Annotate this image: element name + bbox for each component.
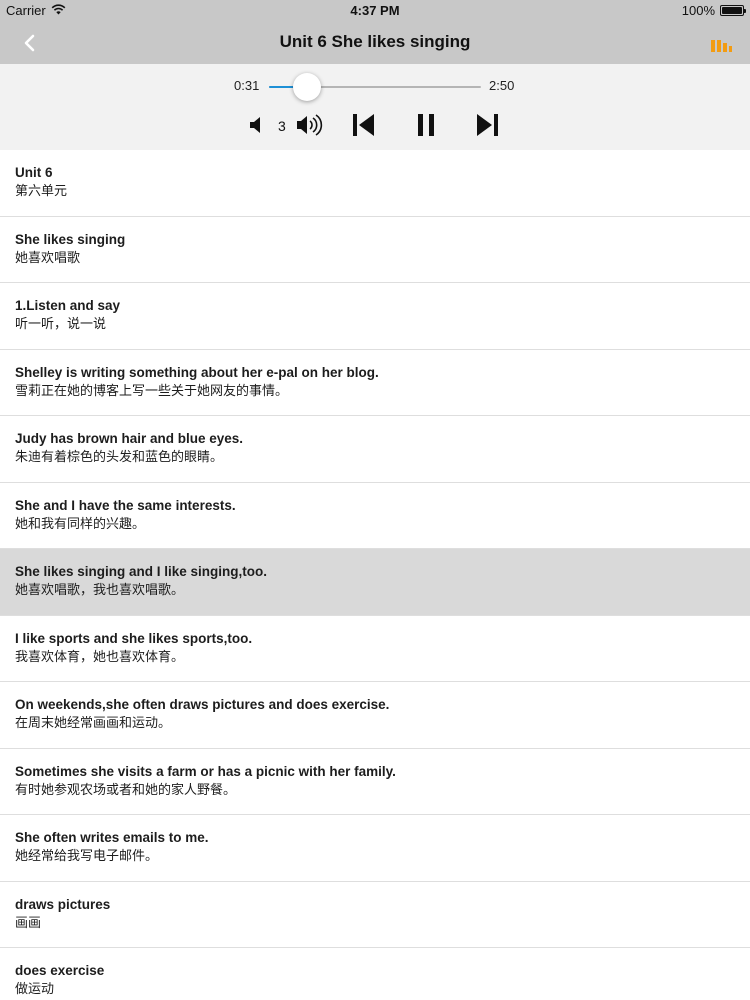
list-item[interactable]: She likes singing and I like singing,too… <box>0 549 750 616</box>
list-item[interactable]: She and I have the same interests. 她和我有同样… <box>0 482 750 549</box>
list-item[interactable]: draws pictures 画画 <box>0 881 750 948</box>
list-mode-button[interactable] <box>708 34 734 56</box>
list-item[interactable]: Unit 6 第六单元 <box>0 150 750 217</box>
sentence-english: draws pictures <box>15 896 111 912</box>
list-item[interactable]: Judy has brown hair and blue eyes. 朱迪有着棕色… <box>0 416 750 483</box>
sentence-chinese: 朱迪有着棕色的头发和蓝色的眼睛。 <box>15 449 224 464</box>
sentence-chinese: 我喜欢体育，她也喜欢体育。 <box>15 648 185 664</box>
battery-percent: 100% <box>681 3 715 18</box>
volume-down-icon <box>250 117 260 133</box>
volume-level: 3 <box>278 118 286 134</box>
status-bar: Carrier 4:37 PM 100% <box>0 0 750 22</box>
playback-controls: 3 <box>0 108 750 142</box>
sentence-chinese: 第六单元 <box>15 183 68 198</box>
sentence-chinese: 有时她参观农场或者和她的家人野餐。 <box>15 781 237 797</box>
total-time: 2:50 <box>489 78 515 93</box>
pause-icon <box>418 114 434 136</box>
skip-next-icon <box>477 114 498 136</box>
sentence-chinese: 她喜欢唱歌 <box>15 249 81 265</box>
previous-button[interactable] <box>350 112 378 138</box>
sentence-chinese: 雪莉正在她的博客上写一些关于她网友的事情。 <box>15 382 289 398</box>
list-item[interactable]: 1.Listen and say 听一听，说一说 <box>0 283 750 350</box>
progress-slider[interactable] <box>269 73 481 101</box>
sentence-english: She likes singing and I like singing,too… <box>15 564 268 579</box>
skip-previous-icon <box>353 114 374 136</box>
sentence-english: She and I have the same interests. <box>15 497 236 513</box>
progress-thumb[interactable] <box>293 73 322 101</box>
list-item[interactable]: Sometimes she visits a farm or has a pic… <box>0 748 750 815</box>
sentence-english: On weekends,she often draws pictures and… <box>15 697 390 712</box>
sentence-list[interactable]: Unit 6 第六单元 She likes singing 她喜欢唱歌 1.List… <box>0 150 750 1000</box>
sentence-english: does exercise <box>15 963 105 978</box>
list-item[interactable]: On weekends,she often draws pictures and… <box>0 682 750 749</box>
list-item[interactable]: She likes singing 她喜欢唱歌 <box>0 216 750 283</box>
volume-up-button[interactable] <box>295 112 325 138</box>
audio-player: 0:31 2:50 3 <box>0 64 750 150</box>
status-time: 4:37 PM <box>350 3 400 18</box>
next-button[interactable] <box>474 112 502 138</box>
sentence-chinese: 做运动 <box>15 981 55 996</box>
page-title: Unit 6 She likes singing <box>279 32 471 51</box>
sentence-english: Sometimes she visits a farm or has a pic… <box>15 763 396 779</box>
sentence-english: I like sports and she likes sports,too. <box>15 630 253 646</box>
sentence-chinese: 她和我有同样的兴趣。 <box>15 515 146 531</box>
sentence-chinese: 她喜欢唱歌，我也喜欢唱歌。 <box>15 582 185 597</box>
list-item[interactable]: She often writes emails to me. 她经常给我写电子邮件… <box>0 815 750 882</box>
sentence-english: Unit 6 <box>15 165 53 180</box>
sentence-english: Judy has brown hair and blue eyes. <box>15 431 244 446</box>
current-time: 0:31 <box>234 78 260 93</box>
sentence-chinese: 在周末她经常画画和运动。 <box>15 715 172 730</box>
list-item[interactable]: does exercise 做运动 <box>0 948 750 1000</box>
bar-chart-icon <box>711 40 732 52</box>
sentence-english: She often writes emails to me. <box>15 830 209 845</box>
sentence-english: Shelley is writing something about her e… <box>15 364 379 380</box>
sentence-chinese: 画画 <box>15 914 42 930</box>
list-item[interactable]: I like sports and she likes sports,too. 我… <box>0 615 750 682</box>
sentence-english: She likes singing <box>15 231 126 247</box>
nav-bar: Unit 6 She likes singing <box>0 22 750 64</box>
list-item[interactable]: Shelley is writing something about her e… <box>0 349 750 416</box>
volume-up-icon <box>297 114 323 136</box>
status-right: 100% <box>681 3 746 18</box>
volume-down-button[interactable] <box>248 114 266 136</box>
battery-icon <box>720 5 746 16</box>
sentence-chinese: 她经常给我写电子邮件。 <box>15 848 159 863</box>
sentence-chinese: 听一听，说一说 <box>15 316 107 331</box>
pause-button[interactable] <box>414 112 438 138</box>
sentence-english: 1.Listen and say <box>15 298 121 313</box>
